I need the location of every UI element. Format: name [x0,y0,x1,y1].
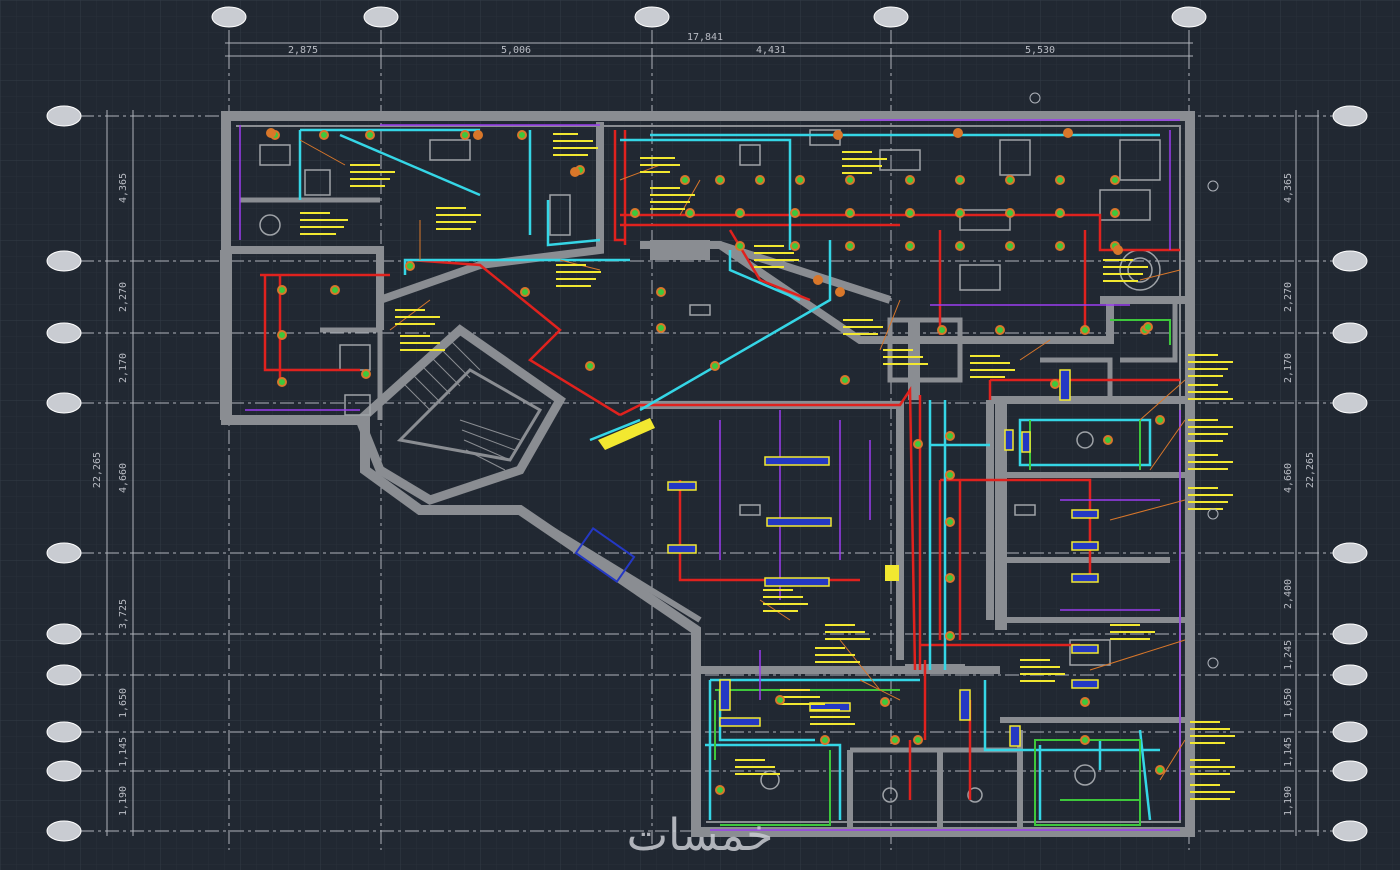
svg-text:22,265: 22,265 [1305,452,1316,488]
svg-text:4,365: 4,365 [1283,173,1294,203]
svg-text:2,270: 2,270 [1283,282,1294,312]
svg-text:1,145: 1,145 [118,737,129,767]
svg-text:2,170: 2,170 [1283,353,1294,383]
svg-text:4,660: 4,660 [1283,463,1294,493]
svg-text:1,145: 1,145 [1283,737,1294,767]
svg-text:1,245: 1,245 [1283,640,1294,670]
svg-text:1,190: 1,190 [118,786,129,816]
top-dimension-4: 5,530 [1025,45,1055,56]
cad-floor-plan: 17,841 2,875 5,006 4,431 5,530 22,265 4,… [0,0,1400,870]
overall-dimension: 17,841 [687,32,723,43]
top-dimension-3: 4,431 [756,45,786,56]
svg-text:2,170: 2,170 [118,353,129,383]
svg-text:2,270: 2,270 [118,282,129,312]
svg-text:1,190: 1,190 [1283,786,1294,816]
svg-text:22,265: 22,265 [92,452,103,488]
svg-text:4,660: 4,660 [118,463,129,493]
top-dimension-2: 5,006 [501,45,531,56]
top-dimension-1: 2,875 [288,45,318,56]
watermark-text: خمسات [627,810,774,861]
svg-text:4,365: 4,365 [118,173,129,203]
svg-text:3,725: 3,725 [118,599,129,629]
svg-text:2,400: 2,400 [1283,579,1294,609]
svg-text:1,650: 1,650 [118,688,129,718]
svg-text:1,650: 1,650 [1283,688,1294,718]
